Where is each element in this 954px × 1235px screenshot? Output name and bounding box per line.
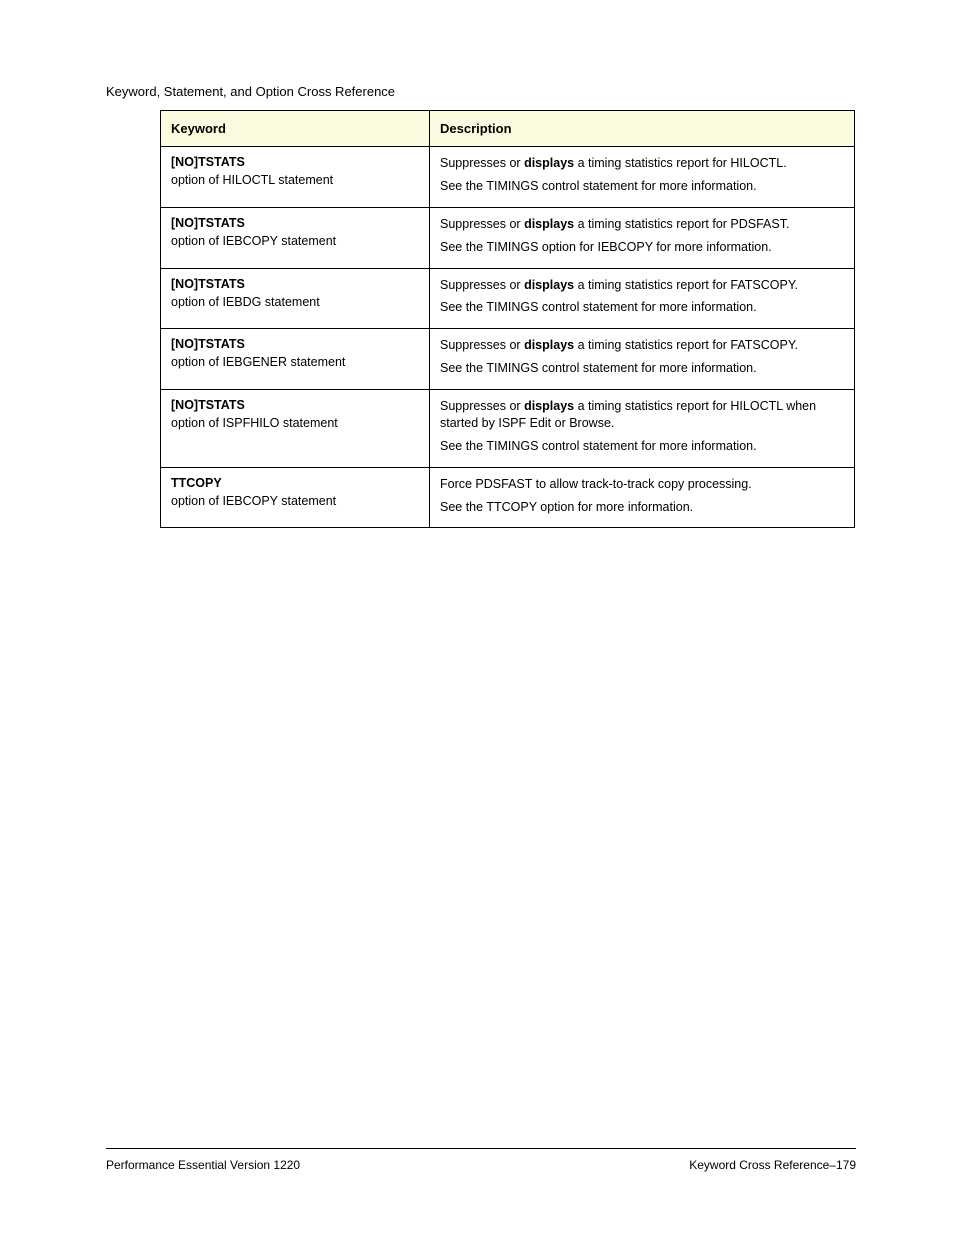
desc-lead: Suppresses or	[440, 278, 524, 292]
desc-see: See the TTCOPY option for more informati…	[440, 499, 844, 516]
keyword-option-of: IEBGENER statement	[222, 355, 345, 369]
keyword-cell: [NO]TSTATS option of IEBGENER statement	[161, 329, 430, 390]
desc-lead: Suppresses or	[440, 156, 524, 170]
keyword-name: [NO]TSTATS	[171, 398, 245, 412]
desc-bold: displays	[524, 217, 574, 231]
keyword-name: TTCOPY	[171, 476, 222, 490]
desc-bold: displays	[524, 338, 574, 352]
keyword-name: [NO]TSTATS	[171, 277, 245, 291]
desc-rest: a timing statistics report for HILOCTL.	[574, 156, 787, 170]
desc-bold: displays	[524, 156, 574, 170]
desc-lead: Suppresses or	[440, 399, 524, 413]
description-cell: Suppresses or displays a timing statisti…	[430, 329, 855, 390]
desc-see: See the TIMINGS control statement for mo…	[440, 178, 844, 195]
keyword-cell: [NO]TSTATS option of IEBCOPY statement	[161, 207, 430, 268]
keyword-name: [NO]TSTATS	[171, 337, 245, 351]
desc-bold: displays	[524, 399, 574, 413]
keyword-cell: TTCOPY option of IEBCOPY statement	[161, 467, 430, 528]
keyword-option-of: IEBCOPY statement	[222, 494, 336, 508]
desc-lead: Suppresses or	[440, 338, 524, 352]
desc-see: See the TIMINGS control statement for mo…	[440, 360, 844, 377]
keyword-cell: [NO]TSTATS option of IEBDG statement	[161, 268, 430, 329]
description-cell: Suppresses or displays a timing statisti…	[430, 147, 855, 208]
keyword-option-of: HILOCTL statement	[222, 173, 333, 187]
keyword-name: [NO]TSTATS	[171, 216, 245, 230]
footer-product: Performance Essential Version 1220	[106, 1158, 300, 1172]
desc-see: See the TIMINGS control statement for mo…	[440, 299, 844, 316]
desc-rest: a timing statistics report for FATSCOPY.	[574, 278, 798, 292]
desc-bold: displays	[524, 278, 574, 292]
description-cell: Suppresses or displays a timing statisti…	[430, 268, 855, 329]
keyword-option-of: IEBDG statement	[222, 295, 319, 309]
desc-rest: a timing statistics report for PDSFAST.	[574, 217, 789, 231]
keyword-option-of: IEBCOPY statement	[222, 234, 336, 248]
keyword-cell: [NO]TSTATS option of HILOCTL statement	[161, 147, 430, 208]
keyword-cell: [NO]TSTATS option of ISPFHILO statement	[161, 390, 430, 468]
table-row: TTCOPY option of IEBCOPY statement Force…	[161, 467, 855, 528]
table-row: [NO]TSTATS option of HILOCTL statement S…	[161, 147, 855, 208]
description-cell: Suppresses or displays a timing statisti…	[430, 207, 855, 268]
footer-rule	[106, 1148, 856, 1149]
desc-see: See the TIMINGS control statement for mo…	[440, 438, 844, 455]
table-row: [NO]TSTATS option of IEBDG statement Sup…	[161, 268, 855, 329]
table-row: [NO]TSTATS option of ISPFHILO statement …	[161, 390, 855, 468]
table-row: [NO]TSTATS option of IEBGENER statement …	[161, 329, 855, 390]
desc-rest: Force PDSFAST to allow track-to-track co…	[440, 477, 752, 491]
desc-lead: Suppresses or	[440, 217, 524, 231]
col-header-keyword: Keyword	[161, 111, 430, 147]
keyword-name: [NO]TSTATS	[171, 155, 245, 169]
table-row: [NO]TSTATS option of IEBCOPY statement S…	[161, 207, 855, 268]
col-header-description: Description	[430, 111, 855, 147]
desc-see: See the TIMINGS option for IEBCOPY for m…	[440, 239, 844, 256]
description-cell: Force PDSFAST to allow track-to-track co…	[430, 467, 855, 528]
desc-rest: a timing statistics report for FATSCOPY.	[574, 338, 798, 352]
table-header-row: Keyword Description	[161, 111, 855, 147]
keyword-option-of: ISPFHILO statement	[222, 416, 337, 430]
keyword-table: Keyword Description [NO]TSTATS option of…	[160, 110, 855, 528]
description-cell: Suppresses or displays a timing statisti…	[430, 390, 855, 468]
footer-page-label: Keyword Cross Reference–179	[689, 1158, 856, 1172]
page-header: Keyword, Statement, and Option Cross Ref…	[106, 84, 395, 99]
